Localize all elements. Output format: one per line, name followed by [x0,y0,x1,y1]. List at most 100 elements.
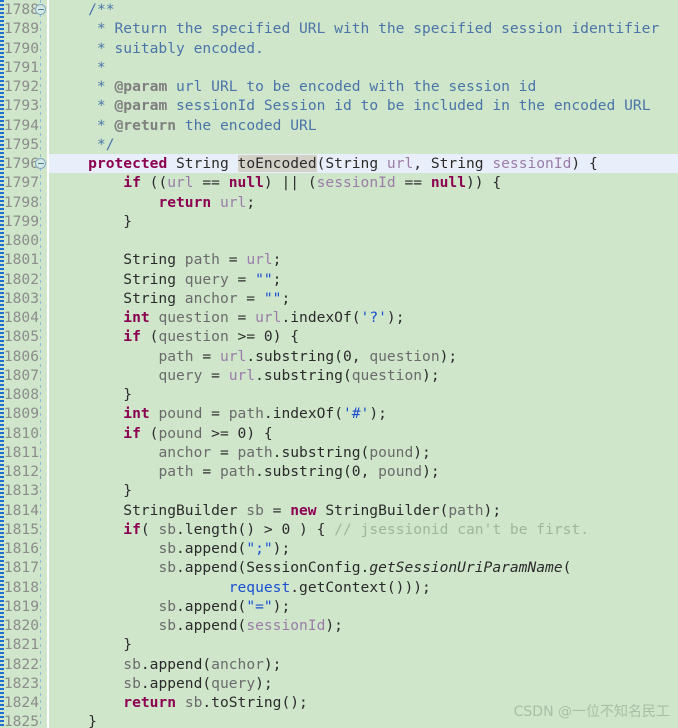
code-line[interactable]: * @param url URL to be encoded with the … [49,77,678,96]
annotation-ruler[interactable] [0,0,4,728]
code-line[interactable]: if( sb.length() > 0 ) { // jsessionid ca… [49,520,678,539]
line-number-gutter[interactable]: 1788 1789 1790 1791 1792 1793 1794 1795 1796 1797… [0,0,47,728]
code-token: * suitably encoded. [53,39,264,57]
code-token: } [53,636,133,654]
code-token: ) || ( [263,174,317,192]
code-line[interactable]: path = url.substring(0, question); [49,347,678,366]
code-token: path [237,443,273,461]
code-line[interactable]: } [49,712,678,728]
fold-collapse-icon[interactable] [35,158,46,169]
code-token: protected [88,155,168,172]
code-token: // jsessionid can't be first. [334,520,590,538]
code-token: if [123,328,141,346]
code-token: sb [158,597,177,615]
line-number: 1810 [3,424,39,442]
code-line[interactable]: String anchor = ""; [49,289,678,308]
code-token: ) { [571,155,598,172]
code-line[interactable]: return url; [49,193,678,212]
code-line[interactable]: sb.append(sessionId); [49,616,678,635]
code-line[interactable]: query = url.substring(question); [49,366,678,385]
code-token: if [123,424,141,442]
code-line[interactable]: String query = ""; [49,270,678,289]
line-number: 1807 [3,366,39,384]
code-line[interactable]: if (pound >= 0) { [49,424,678,443]
code-line[interactable]: sb.append(";"); [49,539,678,558]
code-line[interactable]: int question = url.indexOf('?'); [49,308,678,327]
code-token: ); [272,597,291,615]
code-token: int [123,405,150,423]
code-token: >= [202,424,238,442]
line-number: 1799 [3,212,39,230]
code-token: */ [53,135,115,153]
gutter-dotted-line [40,0,41,728]
code-line[interactable]: if ((url == null) || (sessionId == null)… [49,173,678,192]
code-token: sessionId [246,617,326,634]
code-token: anchor [184,289,238,307]
code-line[interactable]: sb.append("="); [49,597,678,616]
code-line[interactable]: * @param sessionId Session id to be incl… [49,96,678,115]
code-line[interactable]: int pound = path.indexOf('#'); [49,404,678,423]
code-line[interactable]: protected String toEncoded(String url, S… [49,154,678,174]
code-token: } [53,713,97,728]
code-token: "" [263,289,282,307]
code-token: url [219,347,247,365]
code-line[interactable]: /** [49,0,678,19]
code-token: (( [140,174,168,192]
code-token: the encoded URL [176,116,317,134]
code-token: null [228,174,264,192]
code-line[interactable]: return sb.toString(); [49,693,678,712]
code-line[interactable]: StringBuilder sb = new StringBuilder(pat… [49,501,678,520]
code-token: url [255,309,282,326]
code-token: .substring( [272,443,370,461]
code-token: anchor [211,655,264,673]
code-line[interactable]: sb.append(query); [49,674,678,693]
code-line[interactable] [49,231,678,250]
code-text-area[interactable]: /** * Return the specified URL with the … [49,0,678,728]
code-token: question [351,366,423,384]
code-token: = [202,405,229,423]
code-line[interactable]: path = path.substring(0, pound); [49,462,678,481]
code-line[interactable]: anchor = path.substring(pound); [49,443,678,462]
code-line[interactable]: */ [49,135,678,154]
code-token: sessionId Session id to be included in t… [167,97,651,115]
code-token: pound [158,405,203,423]
code-line[interactable]: } [49,385,678,404]
code-token: = [193,463,220,480]
code-token: ); [439,347,458,365]
code-line[interactable]: } [49,212,678,231]
code-line[interactable]: if (question >= 0) { [49,327,678,346]
code-token: .append( [176,540,247,557]
code-token: return [158,193,212,211]
code-token: path [448,501,484,519]
code-line[interactable]: sb.append(SessionConfig.getSessionUriPar… [49,558,678,577]
code-token: sb [123,674,141,692]
line-number: 1825 [3,713,39,728]
code-line[interactable]: * suitably encoded. [49,39,678,58]
code-token: = [228,270,256,288]
code-line[interactable]: request.getContext())); [49,578,678,597]
code-token: "=" [246,597,273,615]
code-editor[interactable]: 1788 1789 1790 1791 1792 1793 1794 1795 1796 1797… [0,0,678,728]
line-number: 1796 [3,155,39,172]
code-token: question [369,347,440,365]
line-number: 1805 [3,328,39,346]
line-number: 1789 [3,20,39,38]
code-token: url [246,251,273,269]
code-line[interactable]: * [49,58,678,77]
code-line[interactable]: } [49,635,678,654]
code-line[interactable]: * @return the encoded URL [49,116,678,135]
code-token: sb [158,617,177,634]
code-line[interactable]: sb.append(anchor); [49,655,678,674]
fold-collapse-icon[interactable] [35,4,46,15]
code-line[interactable]: } [49,481,678,500]
code-token: query [211,674,256,692]
code-token: .append( [140,674,212,692]
code-line[interactable]: * Return the specified URL with the spec… [49,19,678,38]
code-token: == [193,174,229,192]
line-number: 1814 [3,501,39,519]
code-token: int [123,309,150,326]
code-line[interactable]: String path = url; [49,250,678,269]
